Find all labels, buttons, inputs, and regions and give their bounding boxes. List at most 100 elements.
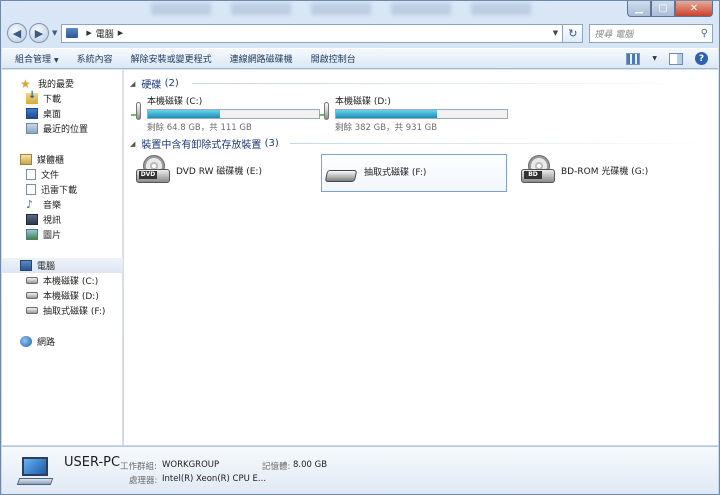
drive-tile-c[interactable]: 本機磁碟 (C:) 剩餘 64.8 GB，共 111 GB <box>131 94 320 133</box>
sidebar-item-music[interactable]: ♪ 音樂 <box>2 197 123 212</box>
collapse-triangle-icon[interactable]: ◢ <box>130 140 135 148</box>
sidebar-item-network[interactable]: 網路 <box>2 334 123 349</box>
details-pane: USER-PC 工作群組: WORKGROUP 記憶體: 8.00 GB 處理器… <box>2 446 718 494</box>
thunder-downloads-icon <box>26 184 36 195</box>
close-button[interactable]: ✕ <box>675 1 713 17</box>
navigation-bar: ◀ ▶ ▼ ▶ 電腦 ▶ ▼ ↻ 搜尋 電腦 ⚲ <box>7 21 713 45</box>
drive-tile-g[interactable]: BD BD-ROM 光碟機 (G:) <box>521 155 701 189</box>
breadcrumb-separator-icon[interactable]: ▶ <box>86 29 91 37</box>
drive-tile-f[interactable]: 抽取式磁碟 (F:) <box>321 154 507 192</box>
workgroup-label: 工作群組: <box>120 462 157 472</box>
search-input[interactable]: 搜尋 電腦 ⚲ <box>589 23 713 43</box>
hard-drive-icon <box>26 292 38 299</box>
sidebar-item-drive-c[interactable]: 本機磁碟 (C:) <box>2 273 123 288</box>
back-arrow-icon: ◀ <box>12 26 22 40</box>
address-bar[interactable]: ▶ 電腦 ▶ ▼ <box>61 23 564 43</box>
removable-drive-icon <box>26 307 38 314</box>
drive-free-space: 剩餘 382 GB，共 931 GB <box>335 123 438 133</box>
sidebar-item-thunder-downloads[interactable]: 迅雷下載 <box>2 182 123 197</box>
search-placeholder: 搜尋 電腦 <box>594 29 634 40</box>
open-control-panel-button[interactable]: 開啟控制台 <box>311 52 356 65</box>
help-icon[interactable]: ? <box>695 52 708 65</box>
map-network-drive-button[interactable]: 連線網路磁碟機 <box>230 52 293 65</box>
sidebar-item-drive-d[interactable]: 本機磁碟 (D:) <box>2 288 123 303</box>
sidebar-item-desktop[interactable]: 桌面 <box>2 106 123 121</box>
star-icon: ★ <box>20 76 31 91</box>
group-divider <box>290 143 710 144</box>
capacity-bar <box>335 109 508 119</box>
drive-name: BD-ROM 光碟機 (G:) <box>561 167 649 177</box>
collapse-triangle-icon[interactable]: ◢ <box>130 80 135 88</box>
sidebar-item-computer[interactable]: 電腦 <box>2 258 123 273</box>
window-caption-buttons: ▁ ▢ ✕ <box>627 1 713 17</box>
computer-large-icon <box>16 457 54 487</box>
dvd-drive-icon: DVD <box>136 155 170 189</box>
sidebar-item-recent-places[interactable]: 最近的位置 <box>2 121 123 136</box>
drive-name: DVD RW 磁碟機 (E:) <box>176 167 262 177</box>
uninstall-program-button[interactable]: 解除安裝或變更程式 <box>131 52 212 65</box>
view-controls: ▼ ? <box>626 52 718 65</box>
pc-name: USER-PC <box>64 455 121 470</box>
forward-button[interactable]: ▶ <box>29 23 49 43</box>
drive-tile-e[interactable]: DVD DVD RW 磁碟機 (E:) <box>136 155 316 189</box>
libraries-icon <box>20 154 32 165</box>
group-header-hard-drives[interactable]: ◢ 硬碟 (2) <box>130 76 179 91</box>
computer-icon <box>66 28 79 38</box>
sidebar-item-favorites[interactable]: ★ 我的最愛 <box>2 76 123 91</box>
breadcrumb-separator-icon[interactable]: ▶ <box>118 29 123 37</box>
sidebar-item-pictures[interactable]: 圖片 <box>2 227 123 242</box>
hard-drive-icon <box>26 277 38 284</box>
chevron-down-icon: ▼ <box>54 57 59 64</box>
refresh-button[interactable]: ↻ <box>563 23 584 43</box>
processor-value: Intel(R) Xeon(R) CPU E... <box>162 474 267 484</box>
memory-value: 8.00 GB <box>293 460 328 470</box>
download-folder-icon <box>26 90 38 104</box>
sidebar-item-documents[interactable]: 文件 <box>2 167 123 182</box>
music-note-icon: ♪ <box>26 198 34 211</box>
video-icon <box>26 214 38 225</box>
drive-tile-d[interactable]: 本機磁碟 (D:) 剩餘 382 GB，共 931 GB <box>319 94 508 133</box>
capacity-bar <box>147 109 320 119</box>
background-tabs <box>151 3 551 15</box>
command-bar: 組合管理 ▼ 系統內容 解除安裝或變更程式 連線網路磁碟機 開啟控制台 ▼ ? <box>2 48 718 69</box>
change-view-icon[interactable] <box>626 52 641 65</box>
processor-label: 處理器: <box>129 476 158 486</box>
drive-name: 本機磁碟 (C:) <box>147 97 203 107</box>
network-globe-icon <box>20 336 32 347</box>
breadcrumb-computer[interactable]: 電腦 <box>96 27 114 40</box>
group-header-removable[interactable]: ◢ 裝置中含有卸除式存放裝置 (3) <box>130 136 279 151</box>
drive-name: 本機磁碟 (D:) <box>335 97 391 107</box>
maximize-button[interactable]: ▢ <box>651 1 675 17</box>
recent-pages-dropdown[interactable]: ▼ <box>52 29 57 37</box>
pictures-icon <box>26 229 38 240</box>
back-button[interactable]: ◀ <box>7 23 27 43</box>
sidebar-item-downloads[interactable]: 下載 <box>2 90 123 106</box>
removable-drive-icon <box>324 156 358 190</box>
minimize-button[interactable]: ▁ <box>627 1 651 17</box>
memory-label: 記憶體: <box>262 462 291 472</box>
recent-places-icon <box>26 123 38 134</box>
capacity-bar-fill <box>336 110 437 118</box>
bd-rom-drive-icon: BD <box>521 155 555 189</box>
drive-free-space: 剩餘 64.8 GB，共 111 GB <box>147 123 252 133</box>
content-pane: ◢ 硬碟 (2) 本機磁碟 (C:) 剩餘 64.8 GB，共 111 GB 本… <box>124 70 718 445</box>
view-dropdown-icon[interactable]: ▼ <box>652 55 657 62</box>
hard-drive-icon <box>319 102 329 120</box>
search-icon[interactable]: ⚲ <box>701 28 708 39</box>
refresh-icon: ↻ <box>568 26 578 40</box>
drive-name: 抽取式磁碟 (F:) <box>364 168 427 178</box>
sidebar-item-libraries[interactable]: 媒體櫃 <box>2 152 123 167</box>
documents-icon <box>26 169 36 180</box>
desktop-icon <box>26 108 38 119</box>
address-dropdown-icon[interactable]: ▼ <box>548 29 562 37</box>
system-properties-button[interactable]: 系統內容 <box>77 52 113 65</box>
preview-pane-icon[interactable] <box>669 52 683 65</box>
navigation-pane: ★ 我的最愛 下載 桌面 最近的位置 媒體櫃 文件 迅雷下載 ♪ <box>2 70 123 445</box>
organize-menu[interactable]: 組合管理 ▼ <box>15 52 59 65</box>
explorer-window: ▁ ▢ ✕ ◀ ▶ ▼ ▶ 電腦 ▶ ▼ ↻ 搜尋 電腦 ⚲ 組合管理 ▼ 系統內… <box>0 0 720 495</box>
sidebar-item-drive-f[interactable]: 抽取式磁碟 (F:) <box>2 303 123 318</box>
group-divider <box>192 83 712 84</box>
forward-arrow-icon: ▶ <box>34 26 44 40</box>
sidebar-item-videos[interactable]: 視訊 <box>2 212 123 227</box>
hard-drive-icon <box>131 102 141 120</box>
